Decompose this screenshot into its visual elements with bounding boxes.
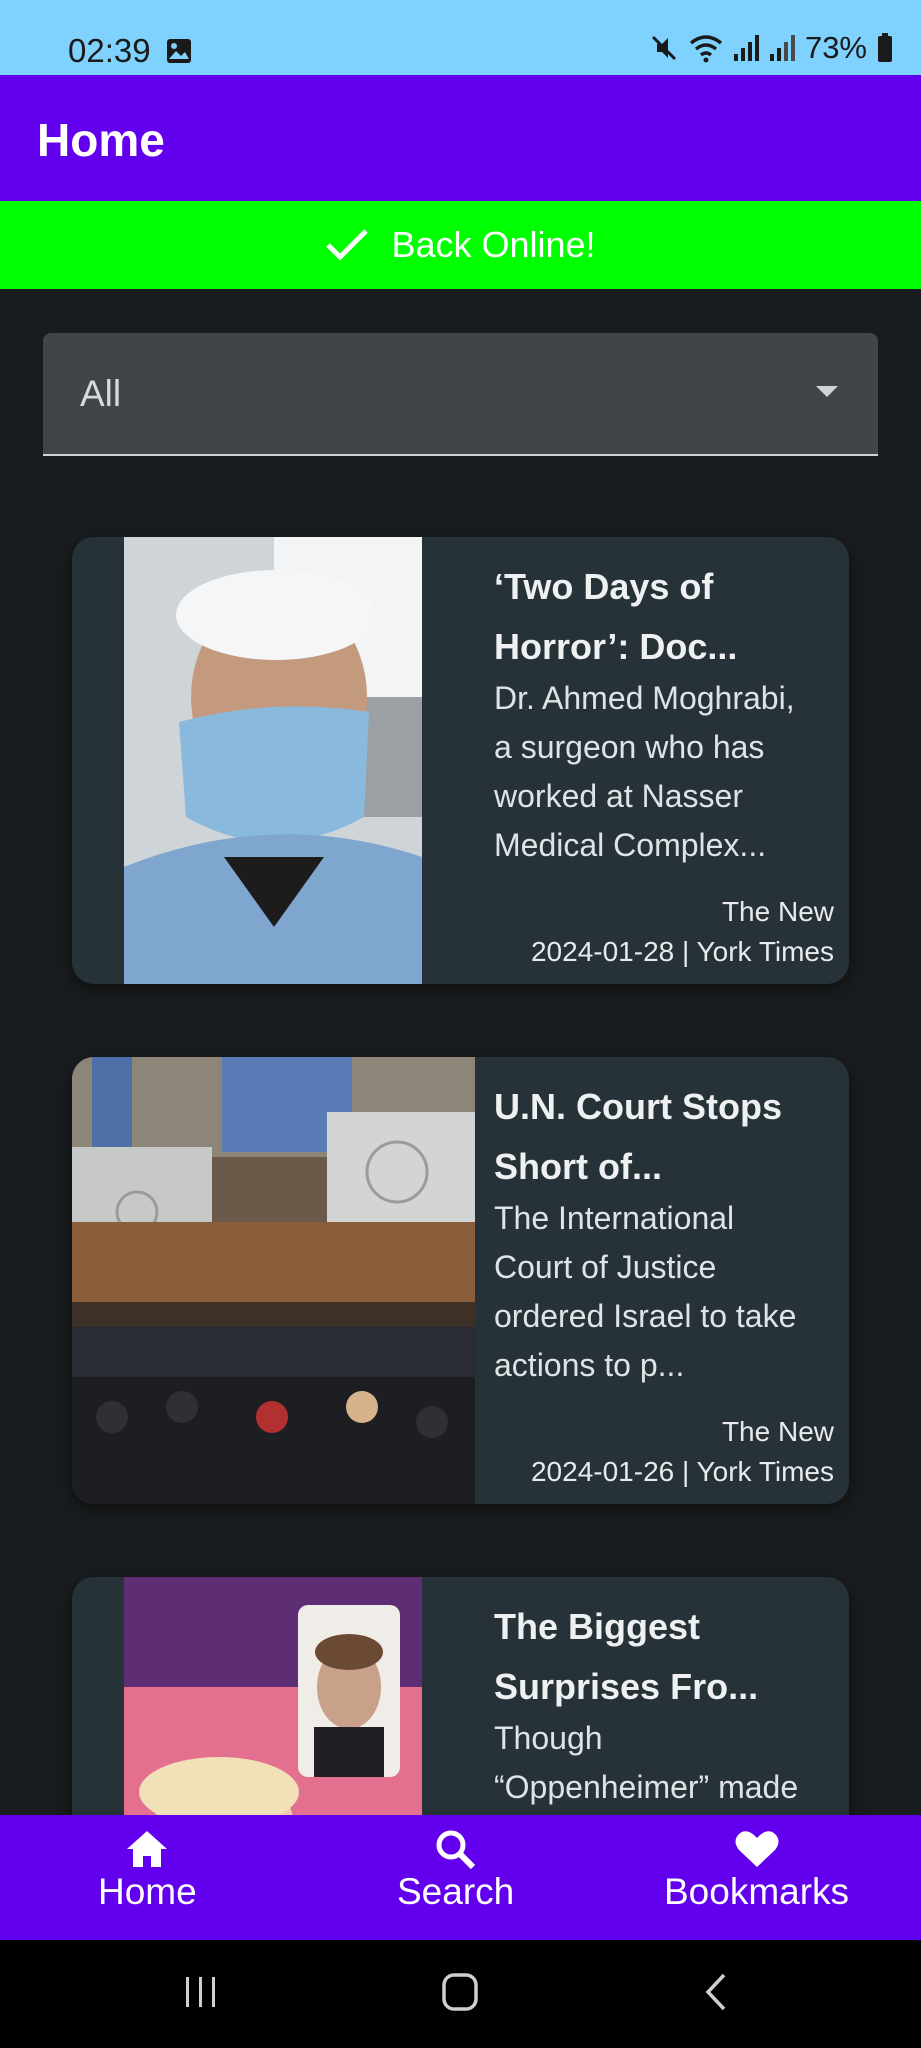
- nav-search[interactable]: Search: [397, 1829, 514, 1913]
- article-title: ‘Two Days of Horror’: Doc...: [494, 566, 738, 667]
- nav-bookmarks-label: Bookmarks: [664, 1871, 850, 1912]
- system-navigation-bar: [0, 1940, 921, 2048]
- signal-icon: [733, 35, 759, 61]
- page-title: Home: [37, 114, 165, 166]
- home-icon: [127, 1831, 168, 1867]
- wifi-icon: [689, 35, 723, 63]
- article-thumbnail: [124, 537, 422, 984]
- search-icon: [436, 1830, 475, 1869]
- filter-selected-value: All: [80, 373, 122, 414]
- bottom-navigation: Home Search Bookmarks: [0, 1815, 921, 1940]
- article-meta: The New 2024-01-28 | York Times: [530, 896, 834, 967]
- mute-icon: [651, 35, 677, 61]
- article-thumbnail: [72, 1057, 475, 1504]
- app-bar: Home: [0, 75, 921, 201]
- battery-icon: [878, 33, 892, 62]
- nav-bookmarks[interactable]: Bookmarks: [664, 1829, 849, 1913]
- article-description: Dr. Ahmed Moghrabi, a surgeon who has wo…: [494, 680, 795, 863]
- status-icons: 73%: [649, 30, 893, 66]
- battery-percent: 73%: [804, 30, 867, 65]
- banner-text: Back Online!: [391, 224, 596, 265]
- nav-search-label: Search: [397, 1871, 515, 1912]
- status-bar: 02:39 73%: [0, 0, 921, 75]
- gallery-icon: [167, 39, 191, 63]
- back-icon[interactable]: [702, 1972, 730, 2012]
- article-meta: The New 2024-01-26 | York Times: [530, 1416, 834, 1487]
- dropdown-arrow-icon: [816, 386, 838, 397]
- article-title: U.N. Court Stops Short of...: [494, 1086, 782, 1187]
- article-card[interactable]: U.N. Court Stops Short of... The Interna…: [72, 1057, 849, 1504]
- article-title: The Biggest Surprises Fro...: [494, 1606, 759, 1707]
- connectivity-banner: Back Online!: [0, 201, 921, 289]
- nav-home[interactable]: Home: [98, 1829, 197, 1913]
- recents-icon[interactable]: [183, 1974, 219, 2010]
- nav-home-label: Home: [98, 1871, 197, 1912]
- article-description: Though “Oppenheimer” made: [494, 1720, 799, 1805]
- article-card[interactable]: ‘Two Days of Horror’: Doc... Dr. Ahmed M…: [72, 537, 849, 984]
- category-filter-dropdown[interactable]: All: [43, 333, 878, 456]
- home-button-icon[interactable]: [441, 1972, 479, 2012]
- heart-icon: [735, 1831, 779, 1867]
- signal-icon: [769, 35, 795, 61]
- status-time: 02:39: [68, 32, 151, 69]
- check-icon: [326, 229, 369, 261]
- article-description: The International Court of Justice order…: [494, 1200, 797, 1383]
